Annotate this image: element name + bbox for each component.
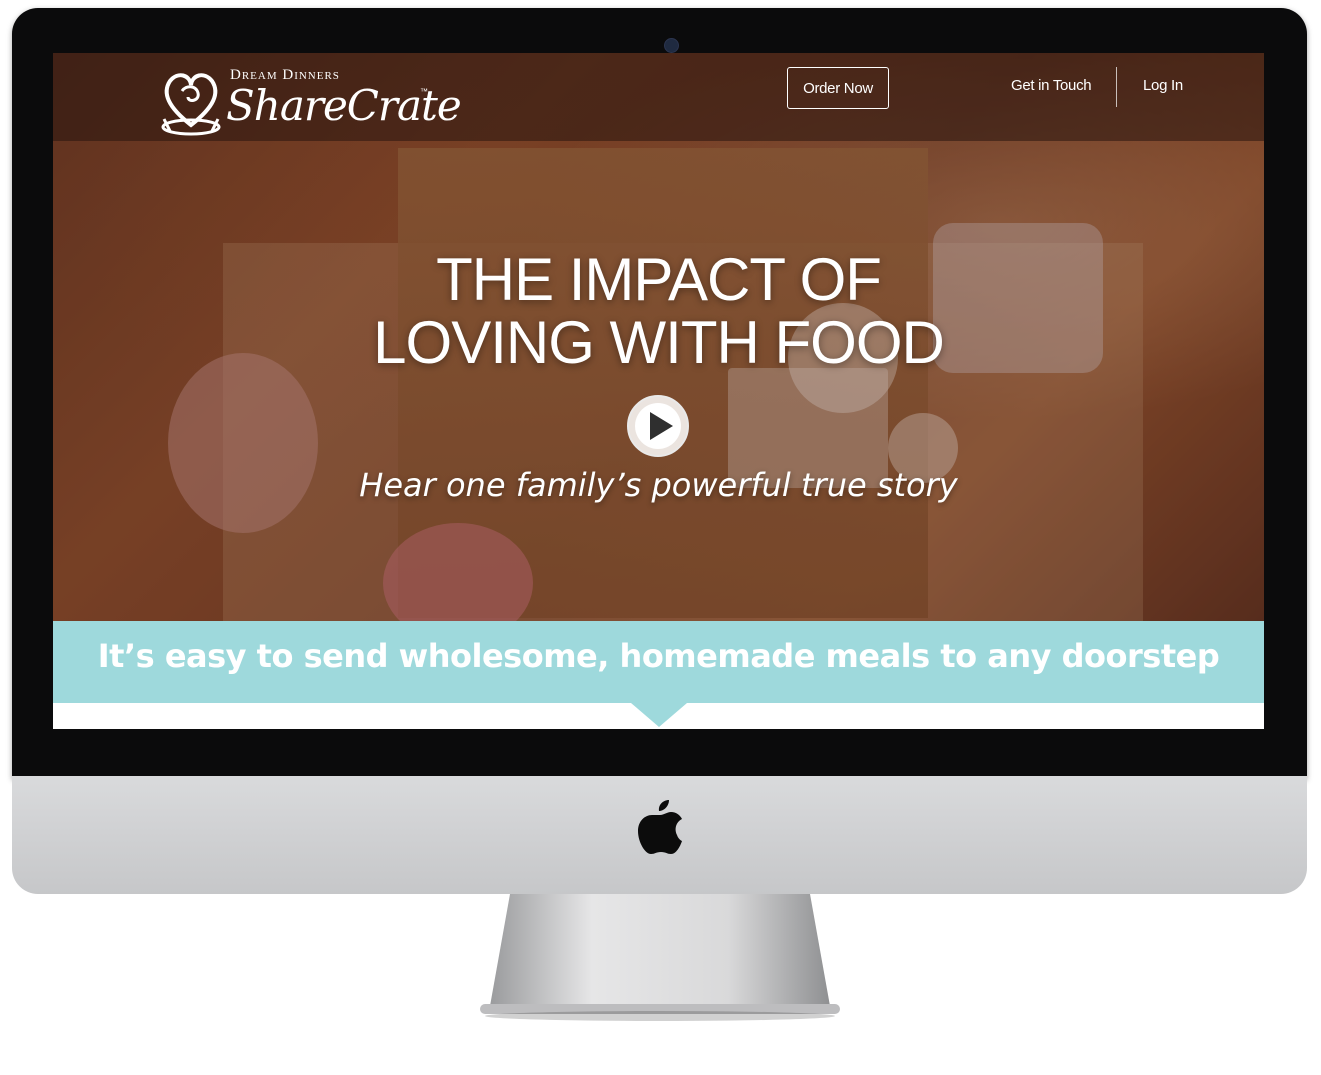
camera-icon — [664, 38, 679, 53]
top-navigation-bar: Dream Dinners ShareCrate ™ Order Now Get… — [53, 53, 1264, 141]
heart-crate-logo-icon — [161, 73, 221, 136]
tagline-text: It’s easy to send wholesome, homemade me… — [97, 637, 1220, 675]
log-in-link[interactable]: Log In — [1143, 77, 1183, 94]
hero-headline-line1: THE IMPACT OF — [436, 246, 882, 313]
website-screen: Dream Dinners ShareCrate ™ Order Now Get… — [53, 53, 1264, 729]
tagline-band: It’s easy to send wholesome, homemade me… — [53, 621, 1264, 703]
trademark-mark: ™ — [420, 87, 428, 96]
play-icon[interactable] — [625, 393, 691, 459]
hero-section: Dream Dinners ShareCrate ™ Order Now Get… — [53, 53, 1264, 621]
hero-subline[interactable]: Hear one family’s powerful true story — [53, 466, 1264, 504]
get-in-touch-link[interactable]: Get in Touch — [1011, 77, 1092, 94]
hero-headline-line2: LOVING WITH FOOD — [373, 309, 945, 376]
tagline-pointer — [631, 703, 687, 727]
monitor-stand — [480, 894, 840, 1021]
nav-divider — [1116, 67, 1117, 107]
order-now-button[interactable]: Order Now — [787, 67, 889, 109]
apple-logo-icon — [638, 800, 682, 854]
brand-logo[interactable]: Dream Dinners ShareCrate ™ — [158, 65, 462, 141]
